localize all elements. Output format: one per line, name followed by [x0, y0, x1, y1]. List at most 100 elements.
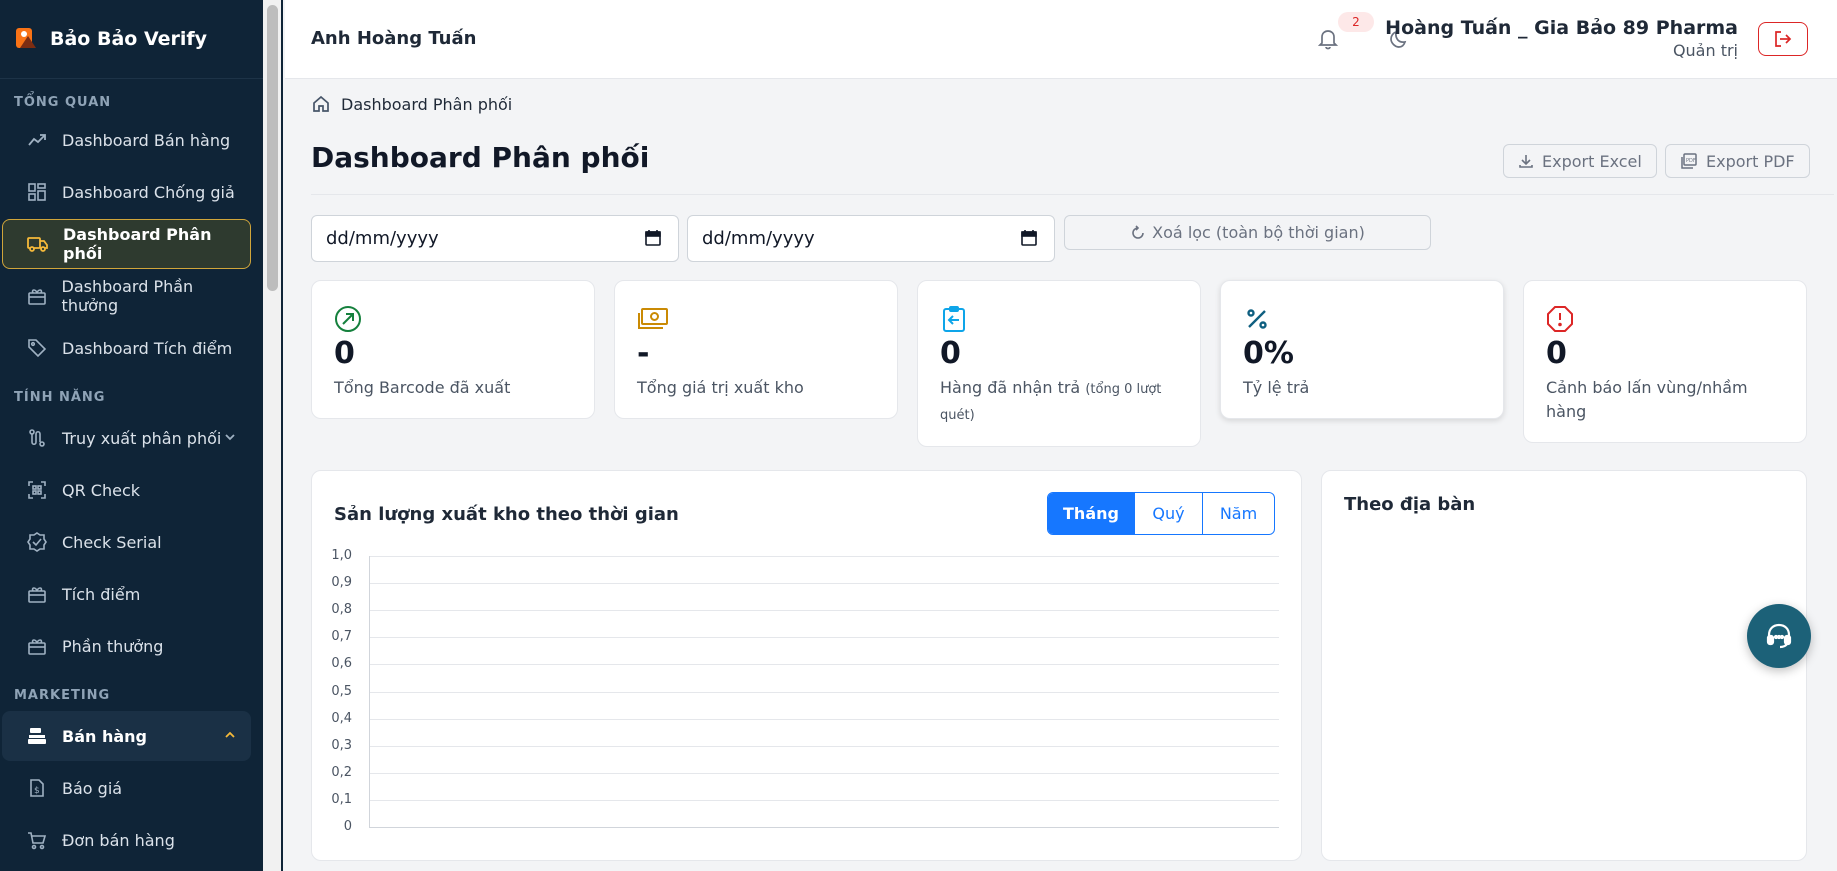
y-axis-tick-label: 0,5: [331, 683, 352, 699]
truck-icon: [27, 233, 49, 255]
y-axis-tick-label: 0,1: [331, 791, 352, 807]
sidebar-item-distribution-trace[interactable]: Truy xuất phân phối: [2, 413, 251, 463]
section-title-marketing: MARKETING: [14, 687, 111, 703]
stat-card-barcodes-exported: 0 Tổng Barcode đã xuất: [311, 280, 595, 419]
chevron-up-icon[interactable]: [223, 727, 237, 746]
section-title-features: TÍNH NĂNG: [14, 389, 106, 405]
sidebar-item-label: Dashboard Phần thưởng: [61, 277, 194, 315]
sidebar-item-label: QR Check: [62, 480, 141, 500]
clear-filter-button[interactable]: Xoá lọc (toàn bộ thời gian): [1064, 215, 1431, 250]
sidebar-item-dashboard-anti-counterfeit[interactable]: Dashboard Chống giả: [2, 167, 251, 217]
region-title: Theo địa bàn: [1344, 494, 1476, 515]
calendar-icon[interactable]: [1020, 229, 1038, 252]
headset-icon: [1764, 621, 1794, 651]
date-from-input[interactable]: dd/mm/yyyy: [311, 215, 679, 262]
sidebar: Bảo Bảo Verify TỔNG QUAN Dashboard Bán h…: [0, 0, 263, 871]
logout-button[interactable]: [1758, 22, 1808, 56]
sidebar-item-dashboard-distribution[interactable]: Dashboard Phân phối: [2, 219, 251, 269]
y-axis-tick-label: 0,8: [331, 602, 352, 618]
clear-filter-label: Xoá lọc (toàn bộ thời gian): [1152, 223, 1365, 242]
sidebar-item-label: Dashboard Phân phối: [63, 225, 212, 263]
brand-logo-icon: [16, 28, 36, 48]
chart-gridline: [369, 691, 1279, 693]
user-role: Quản trị: [1672, 41, 1738, 60]
stat-value: 0%: [1243, 336, 1294, 371]
export-pdf-button[interactable]: PDF Export PDF: [1665, 144, 1810, 178]
grid-icon: [26, 181, 48, 203]
gift-icon: [26, 285, 48, 307]
gift-icon: [26, 635, 48, 657]
region-panel: Theo địa bàn: [1321, 470, 1807, 861]
breadcrumb-current: Dashboard Phân phối: [341, 94, 513, 114]
sidebar-item-sales[interactable]: Bán hàng: [2, 711, 251, 761]
svg-text:$: $: [34, 786, 40, 796]
header-user-name: Anh Hoàng Tuấn: [311, 28, 477, 49]
sidebar-item-dashboard-points[interactable]: Dashboard Tích điểm: [2, 323, 251, 373]
page-title: Dashboard Phân phối: [311, 141, 650, 174]
cart-icon: [26, 829, 48, 851]
home-icon[interactable]: [311, 94, 331, 114]
percent-icon: [1243, 305, 1481, 333]
sidebar-item-label: Dashboard Chống giả: [62, 182, 235, 202]
y-axis-tick-label: 1,0: [331, 548, 352, 563]
stat-value: -: [637, 336, 650, 371]
calendar-icon[interactable]: [644, 229, 662, 252]
stat-value: 0: [334, 336, 355, 371]
notification-count-badge: 2: [1338, 12, 1374, 32]
logout-icon: [1773, 30, 1793, 48]
date-to-placeholder: dd/mm/yyyy: [702, 228, 815, 249]
sidebar-item-quotes[interactable]: $ Báo giá: [2, 763, 251, 813]
sidebar-item-dashboard-sales[interactable]: Dashboard Bán hàng: [2, 115, 251, 165]
export-excel-label: Export Excel: [1542, 151, 1642, 171]
refresh-icon: [1130, 224, 1146, 241]
chart-gridline: [369, 610, 1279, 612]
y-axis-tick-label: 0,2: [331, 764, 352, 780]
pdf-icon: PDF: [1680, 153, 1698, 169]
top-header: Anh Hoàng Tuấn 2 Hoàng Tuấn _ Gia Bảo 89…: [285, 0, 1837, 79]
route-icon: [26, 427, 48, 449]
sidebar-item-label: Phần thưởng: [62, 636, 164, 656]
sidebar-item-label: Truy xuất phân phối: [62, 428, 222, 448]
org-name: Hoàng Tuấn _ Gia Bảo 89 Pharma: [1385, 17, 1738, 39]
brand-name: Bảo Bảo Verify: [50, 28, 208, 50]
stat-card-returns-received: 0 Hàng đã nhận trả (tổng 0 lượt quét): [917, 280, 1201, 447]
chart-plot-area: 1,0 0,9 0,8 0,7 0,6 0,5 0,4 0,3 0,2 0,1 0: [312, 471, 1303, 862]
chart-gridline: [369, 637, 1279, 639]
stat-value: 0: [940, 336, 961, 371]
cash-icon: [637, 305, 875, 333]
stat-label: Tổng Barcode đã xuất: [334, 378, 511, 397]
date-to-input[interactable]: dd/mm/yyyy: [687, 215, 1055, 262]
main-content: Dashboard Phân phối Dashboard Phân phối …: [285, 79, 1837, 871]
sidebar-item-points[interactable]: Tích điểm: [2, 569, 251, 619]
sidebar-scrollbar[interactable]: [263, 0, 283, 871]
qr-scan-icon: [26, 479, 48, 501]
sidebar-item-rewards[interactable]: Phần thưởng: [2, 621, 251, 671]
breadcrumb: Dashboard Phân phối: [311, 94, 512, 114]
chart-gridline: [369, 745, 1279, 747]
document-dollar-icon: $: [26, 777, 48, 799]
sidebar-item-dashboard-rewards[interactable]: Dashboard Phần thưởng: [2, 271, 251, 321]
chart-gridline: [369, 556, 1279, 557]
sidebar-item-label: Bán hàng: [62, 726, 147, 746]
bell-icon[interactable]: [1317, 28, 1339, 54]
sidebar-item-check-serial[interactable]: Check Serial: [2, 517, 251, 567]
brand[interactable]: Bảo Bảo Verify: [0, 0, 263, 79]
date-from-placeholder: dd/mm/yyyy: [326, 228, 439, 249]
tag-icon: [26, 337, 48, 359]
chart-gridline: [369, 583, 1279, 585]
scrollbar-thumb[interactable]: [267, 5, 278, 291]
sidebar-item-label: Dashboard Tích điểm: [62, 338, 233, 358]
support-chat-button[interactable]: [1747, 604, 1811, 668]
chart-panel: Sản lượng xuất kho theo thời gian Tháng …: [311, 470, 1302, 861]
download-icon: [1518, 153, 1534, 169]
stat-label: Tổng giá trị xuất kho: [637, 378, 804, 397]
stat-label-text: Hàng đã nhận trả: [940, 378, 1081, 397]
chevron-down-icon[interactable]: [223, 429, 237, 448]
export-excel-button[interactable]: Export Excel: [1503, 144, 1657, 178]
sidebar-item-qr-check[interactable]: QR Check: [2, 465, 251, 515]
chart-gridline: [369, 799, 1279, 801]
sidebar-item-sales-orders[interactable]: Đơn bán hàng: [2, 815, 251, 865]
sidebar-item-label: Dashboard Bán hàng: [62, 130, 231, 150]
stat-label: Hàng đã nhận trả (tổng 0 lượt quét): [940, 376, 1178, 428]
chart-gridline: [369, 664, 1279, 666]
